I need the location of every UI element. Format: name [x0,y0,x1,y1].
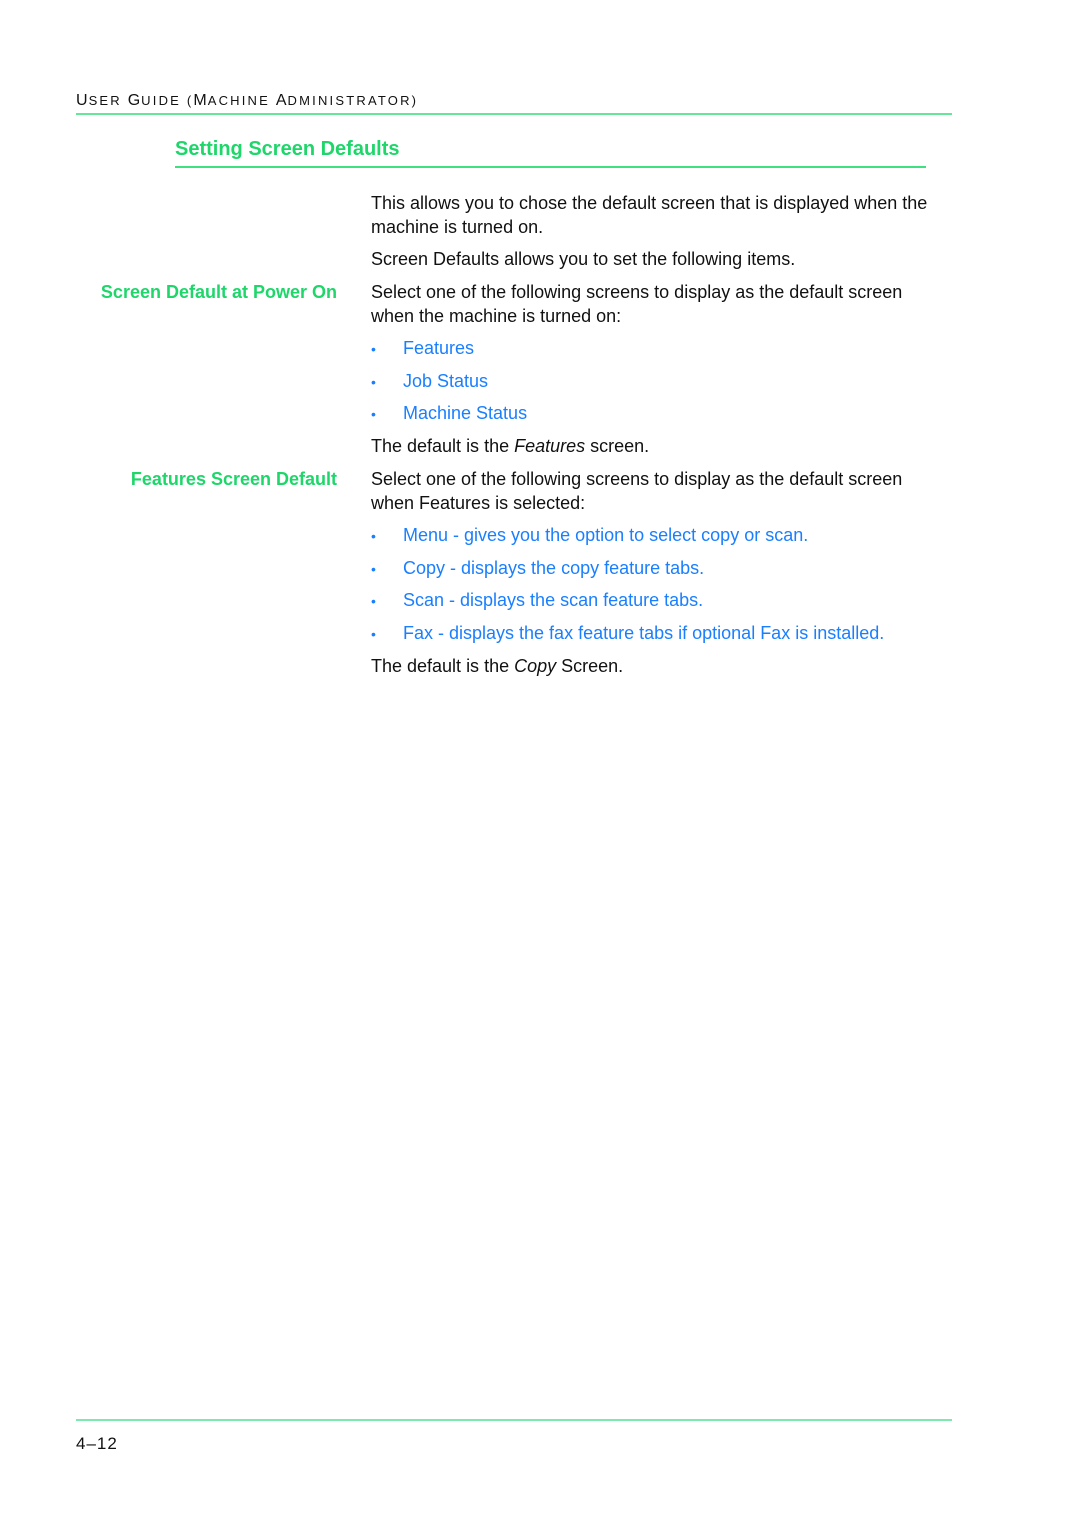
side-heading-features-default: Features Screen Default [130,469,337,489]
features-default-note: The default is the Copy Screen. [371,654,961,678]
bullet-item[interactable]: • Machine Status [371,401,527,426]
bullet-icon: • [371,593,376,609]
bullet-link[interactable]: Menu - gives you the option to select co… [403,525,808,545]
bullet-icon: • [371,341,376,357]
bullet-icon: • [371,561,376,577]
bullet-item[interactable]: • Copy - displays the copy feature tabs. [371,556,704,581]
bullet-item[interactable]: • Fax - displays the fax feature tabs if … [371,621,884,646]
section-title: Setting Screen Defaults [175,138,400,160]
default-note-prefix: The default is the [371,656,515,676]
bullet-item[interactable]: • Scan - displays the scan feature tabs. [371,588,703,613]
bullet-link[interactable]: Features [403,338,474,358]
default-note-value: Copy [514,656,557,676]
power-on-default-note: The default is the Features screen. [371,434,961,458]
bullet-icon: • [371,528,376,544]
bullet-icon: • [371,626,376,642]
bullet-icon: • [371,374,376,390]
bullet-link[interactable]: Fax - displays the fax feature tabs if o… [403,623,884,643]
default-note-value: Features [514,436,586,456]
running-head-part: ACHINE [207,93,276,108]
bullet-link[interactable]: Machine Status [403,403,527,423]
bullet-link[interactable]: Job Status [403,371,488,391]
section-title-divider [175,166,926,168]
running-head-cap: A [275,92,288,109]
running-head-part: DMINISTRATOR) [287,93,419,108]
bullet-icon: • [371,406,376,422]
bullet-link[interactable]: Scan - displays the scan feature tabs. [403,590,703,610]
bullet-item[interactable]: • Features [371,336,474,361]
header-divider [76,113,952,115]
bullet-item[interactable]: • Job Status [371,369,488,394]
features-default-paragraph: Select one of the following screens to d… [371,469,903,513]
side-heading-power-on: Screen Default at Power On [100,282,337,302]
default-note-suffix: Screen. [556,656,624,676]
running-head-part: SER [88,93,128,108]
bullet-item[interactable]: • Menu - gives you the option to select c… [371,523,808,548]
default-note-suffix: screen. [585,436,650,456]
running-head-cap: U [76,92,89,109]
default-note-prefix: The default is the [371,436,515,456]
bullet-link[interactable]: Copy - displays the copy feature tabs. [403,558,704,578]
page-number: 4–12 [76,1434,118,1453]
running-head-cap: M [193,92,208,109]
running-head-cap: G [127,92,142,109]
power-on-paragraph: Select one of the following screens to d… [371,282,903,326]
running-head-part: UIDE ( [141,93,194,108]
footer-divider [76,1419,952,1421]
items-intro-paragraph: Screen Defaults allows you to set the fo… [371,249,796,269]
running-head: USER GUIDE (MACHINE ADMINISTRATOR) [76,92,418,110]
intro-paragraph: This allows you to chose the default scr… [371,193,928,237]
